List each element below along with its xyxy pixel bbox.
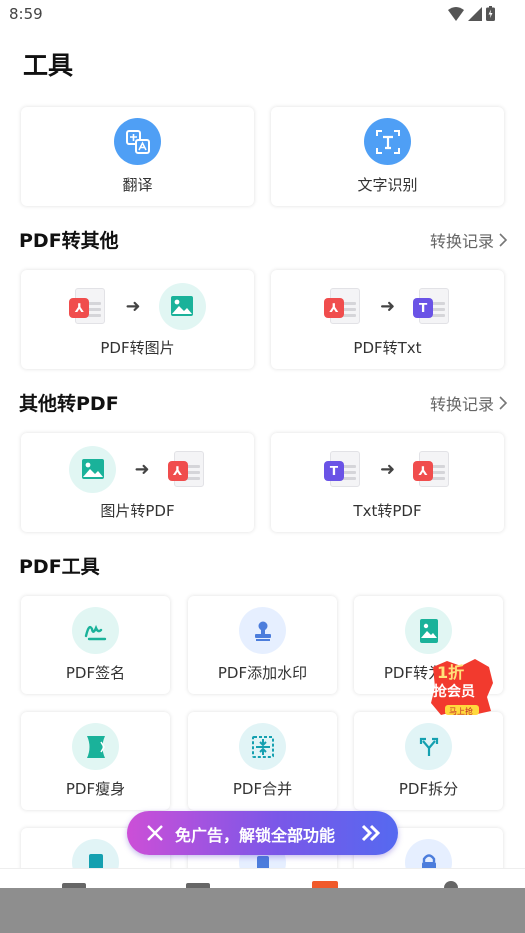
txt-to-pdf-card[interactable]: T ➜ ⅄ Txt转PDF [271, 433, 504, 532]
other-to-pdf-history-link[interactable]: 转换记录 [430, 391, 508, 415]
txt-file-icon: T [323, 449, 362, 489]
image-to-pdf-label: 图片转PDF [100, 502, 175, 520]
image-icon [158, 282, 206, 330]
close-icon[interactable] [146, 824, 164, 842]
txt-to-pdf-label: Txt转PDF [353, 502, 422, 520]
system-overlay [0, 888, 525, 933]
pdf-compress-card[interactable]: PDF瘦身 [21, 712, 170, 810]
txt-file-icon: T [413, 286, 451, 326]
translate-icon [114, 118, 161, 165]
text-recognition-icon [364, 118, 411, 165]
section-title-pdf-tools: PDF工具 [19, 556, 100, 578]
badge-discount-text: 1折 [437, 663, 465, 682]
pdf-merge-card[interactable]: PDF合并 [188, 712, 337, 810]
pdf-signature-card[interactable]: PDF签名 [21, 596, 170, 694]
translate-card[interactable]: 翻译 [21, 107, 254, 206]
arrow-right-icon: ➜ [379, 458, 396, 480]
chevron-right-icon [499, 233, 508, 247]
arrow-right-icon: ➜ [125, 295, 141, 317]
badge-grab-text: 马上抢 [449, 707, 473, 716]
status-bar: 8:59 [0, 0, 525, 30]
status-time: 8:59 [9, 5, 43, 23]
pdf-file-icon: ⅄ [69, 286, 107, 326]
arrow-right-icon: ➜ [379, 295, 396, 317]
translate-label: 翻译 [122, 176, 153, 194]
pdf-to-txt-card[interactable]: ⅄ ➜ T PDF转Txt [271, 270, 504, 369]
pdf-watermark-label: PDF添加水印 [217, 664, 308, 682]
page-title: 工具 [23, 51, 74, 80]
merge-icon [239, 723, 286, 770]
battery-icon [486, 6, 495, 21]
section-title-pdf-to-other: PDF转其他 [19, 230, 119, 252]
convert-row: ⅄ ➜ T [271, 282, 504, 330]
badge-member-text: 抢会员 [433, 684, 475, 700]
remove-ads-text: 免广告，解锁全部功能 [175, 826, 336, 845]
history-link-label: 转换记录 [429, 395, 494, 414]
signature-icon [72, 607, 119, 654]
chevron-right-icon [499, 396, 508, 410]
pdf-compress-label: PDF瘦身 [65, 780, 126, 798]
convert-row: T ➜ ⅄ [271, 445, 504, 493]
pdf-split-label: PDF拆分 [398, 780, 459, 798]
remove-ads-banner[interactable]: 免广告，解锁全部功能 [127, 811, 398, 855]
pdf-to-image-label: PDF转图片 [100, 339, 175, 357]
pdf-split-card[interactable]: PDF拆分 [354, 712, 503, 810]
signal-icon [468, 6, 482, 21]
tools-screen: 8:59 工具 翻译 文字识别 PDF转其他 转换记录 ⅄ ➜ PDF转图片 ⅄… [0, 0, 525, 933]
wifi-icon [448, 6, 464, 21]
pdf-file-icon: ⅄ [167, 449, 206, 489]
pdf-file-icon: ⅄ [413, 449, 451, 489]
convert-row: ➜ ⅄ [21, 445, 254, 493]
pdf-to-txt-label: PDF转Txt [353, 339, 422, 357]
pdf-signature-label: PDF签名 [65, 664, 126, 682]
member-promo-badge[interactable]: 1折 抢会员 马上抢 [427, 657, 495, 717]
double-chevron-icon [361, 824, 381, 842]
status-icons [448, 6, 495, 21]
pdf-merge-label: PDF合并 [232, 780, 293, 798]
long-image-icon [405, 607, 452, 654]
image-to-pdf-card[interactable]: ➜ ⅄ 图片转PDF [21, 433, 254, 532]
convert-row: ⅄ ➜ [21, 282, 254, 330]
image-icon [69, 445, 117, 493]
pdf-to-image-card[interactable]: ⅄ ➜ PDF转图片 [21, 270, 254, 369]
compress-icon [72, 723, 119, 770]
text-recognition-label: 文字识别 [357, 176, 418, 194]
section-title-other-to-pdf: 其他转PDF [19, 393, 119, 415]
pdf-watermark-card[interactable]: PDF添加水印 [188, 596, 337, 694]
pdf-to-other-history-link[interactable]: 转换记录 [430, 228, 508, 252]
arrow-right-icon: ➜ [134, 458, 150, 480]
stamp-icon [239, 607, 286, 654]
pdf-file-icon: ⅄ [323, 286, 362, 326]
split-icon [405, 723, 452, 770]
text-recognition-card[interactable]: 文字识别 [271, 107, 504, 206]
history-link-label: 转换记录 [429, 232, 494, 251]
